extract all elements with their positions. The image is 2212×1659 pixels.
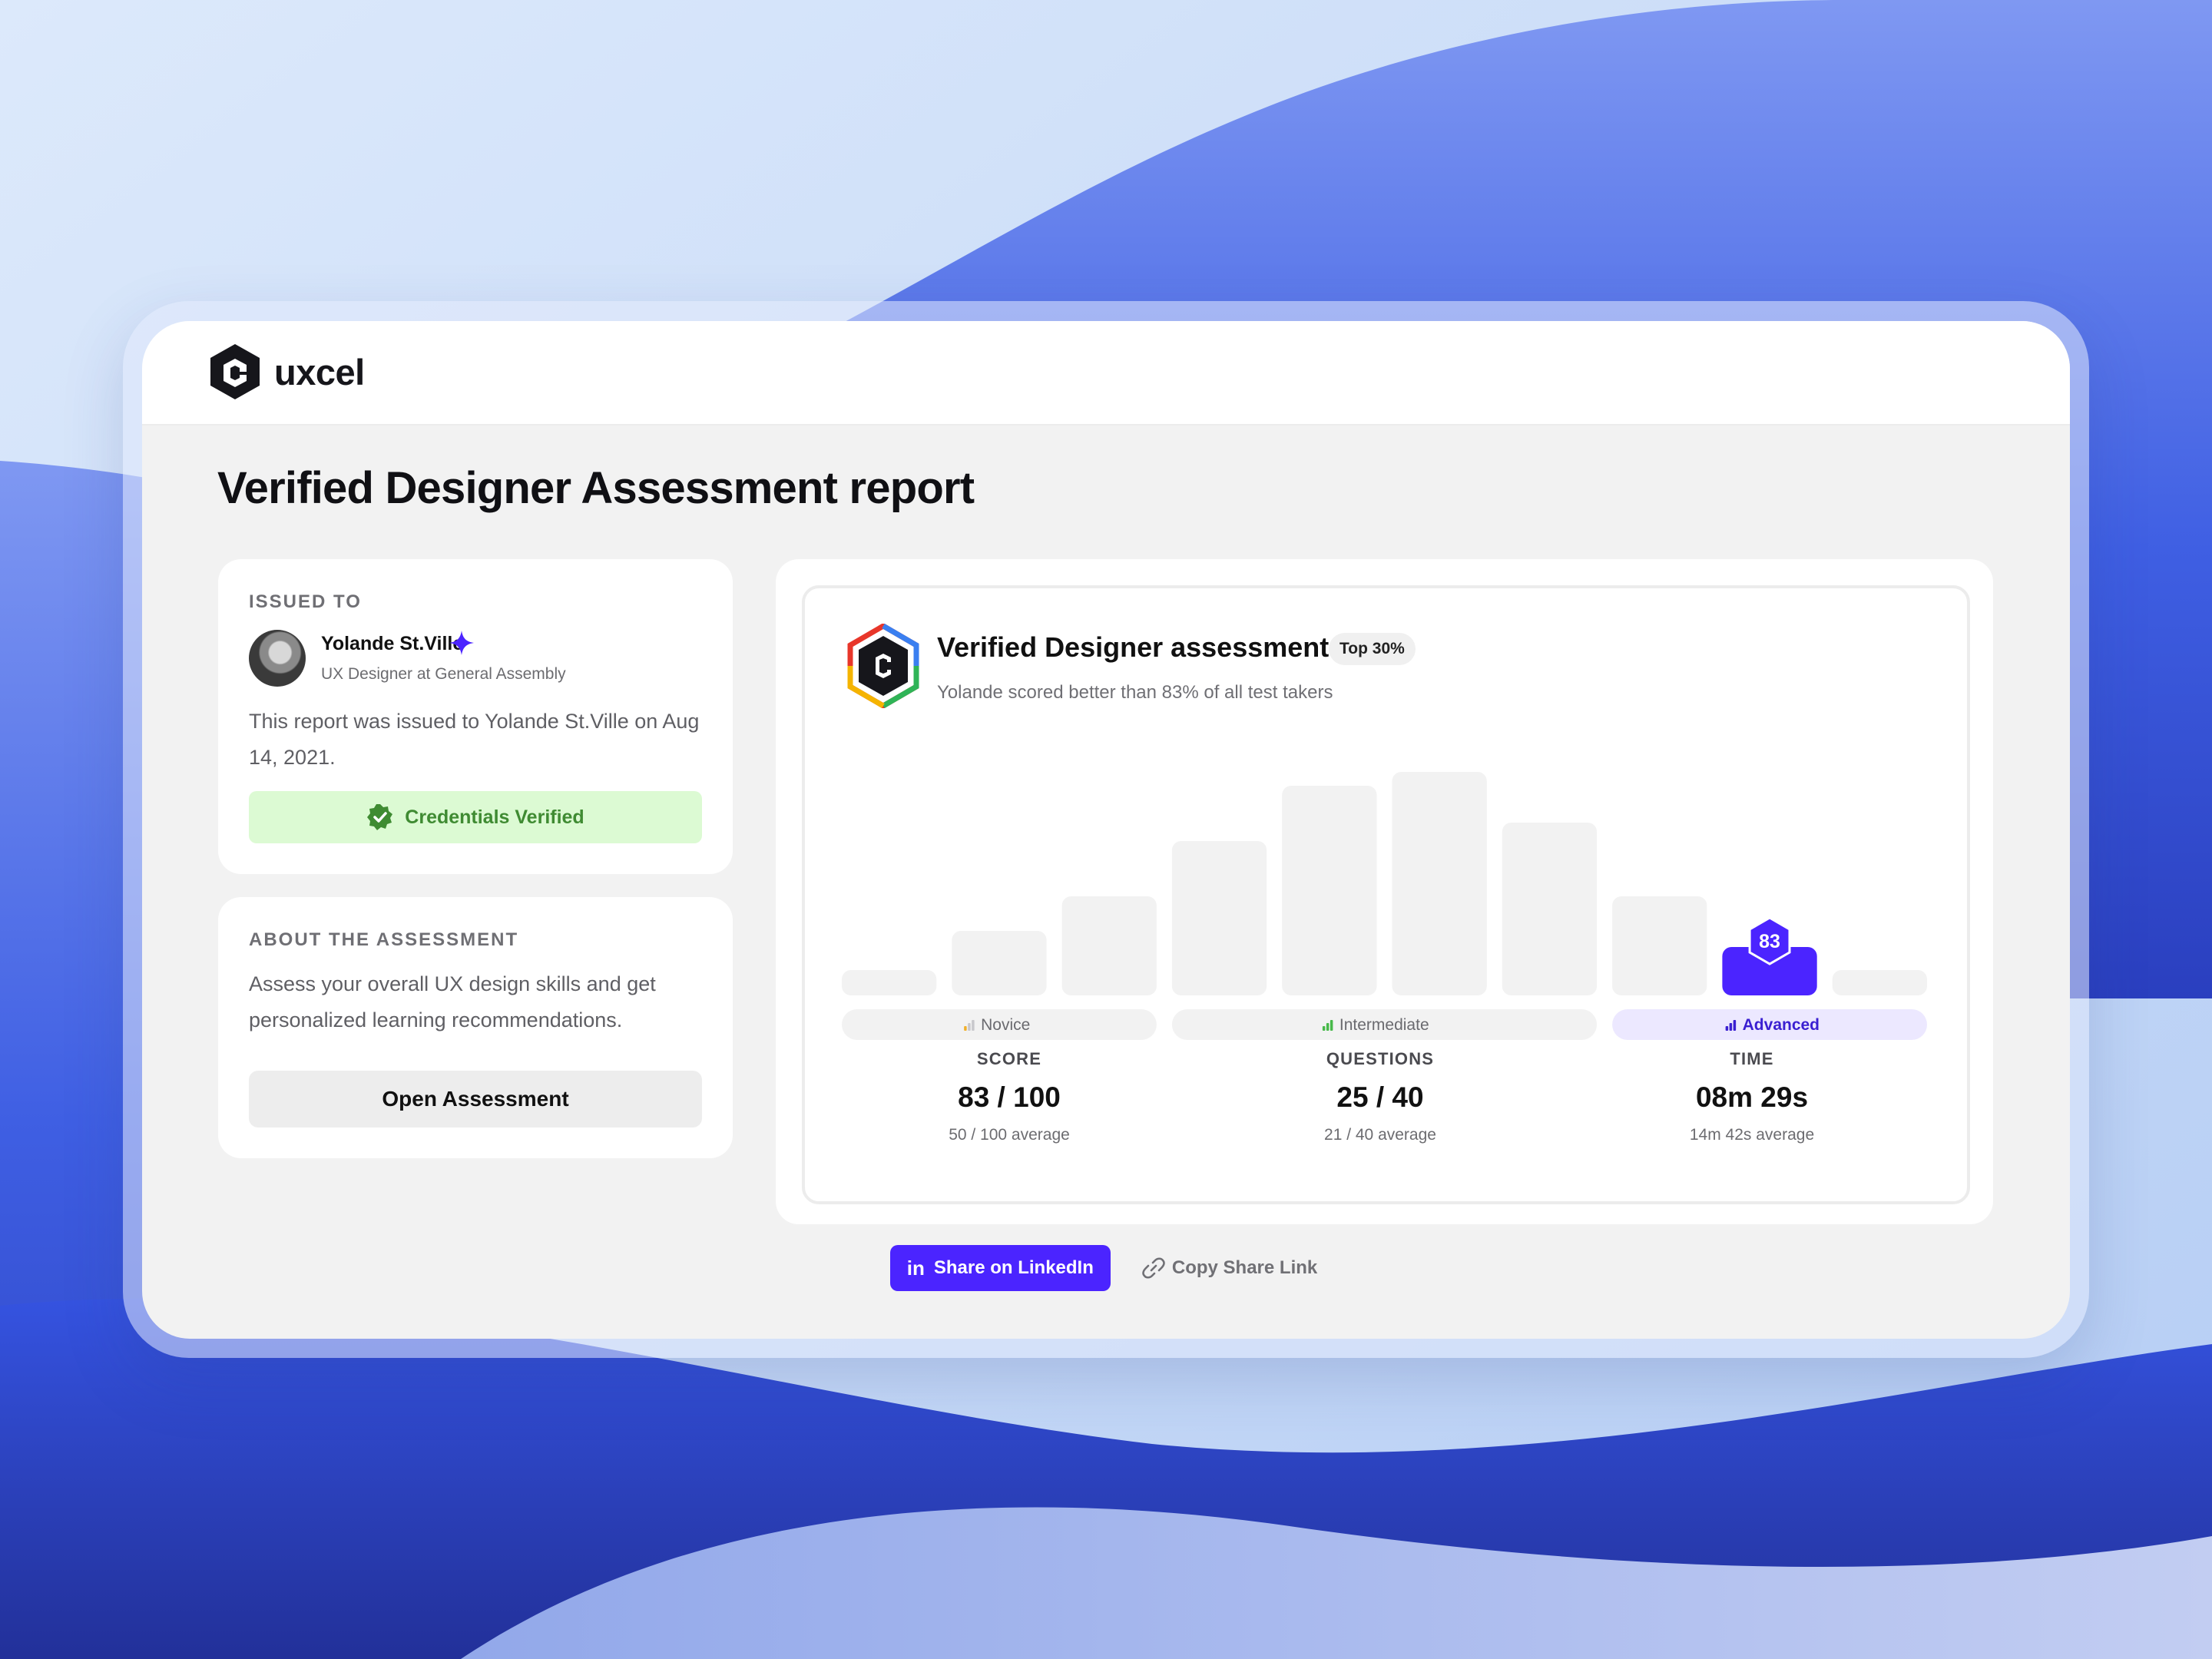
copy-share-link-button[interactable]: Copy Share Link [1137,1245,1322,1291]
share-linkedin-label: Share on LinkedIn [933,1257,1094,1278]
stat-average: 50 / 100 average [949,1126,1070,1144]
uxcel-logo-icon [210,344,260,399]
level-label: Novice [981,1016,1030,1034]
level-label: Intermediate [1339,1016,1429,1034]
stats-row: SCORE 83 / 100 50 / 100 average QUESTION… [805,1049,1967,1187]
stat-value: 83 / 100 [958,1081,1061,1113]
check-badge-icon [367,804,393,830]
issued-description: This report was issued to Yolande St.Vil… [249,710,700,769]
stat-value: 08m 29s [1695,1081,1809,1113]
copy-share-link-label: Copy Share Link [1171,1257,1318,1278]
score-marker-label: 83 [1759,931,1780,952]
credentials-verified-label: Credentials Verified [405,806,584,828]
about-eyebrow: ABOUT THE ASSESSMENT [249,929,519,950]
level-signal-icon [964,1026,967,1031]
stat-average: 14m 42s average [1689,1126,1815,1144]
level-signal-icon [968,1023,971,1031]
chart-bar [1502,823,1598,995]
open-assessment-button[interactable]: Open Assessment [249,1071,702,1128]
page-title: Verified Designer Assessment report [217,463,975,513]
top-bar: uxcel [142,321,2070,426]
chart-bar [952,931,1047,995]
chart-bar [1612,896,1707,995]
stat-value: 25 / 40 [1336,1081,1424,1113]
brand-name: uxcel [274,351,365,392]
about-description: Assess your overall UX design skills and… [249,972,656,1031]
chart-bar [1282,786,1377,995]
assessment-subtitle: Yolande scored better than 83% of all te… [937,682,1333,703]
stat-questions: QUESTIONS 25 / 40 21 / 40 average [1227,1049,1534,1144]
issued-to-card: ISSUED TO Yolande St.Ville UX Designer a… [218,559,733,874]
brand-logo[interactable]: uxcel [208,343,365,401]
level-signal-icon [1733,1020,1737,1031]
assessment-title: Verified Designer assessment [937,631,1330,663]
level-signal-icon [1326,1023,1330,1031]
link-icon [1142,1257,1165,1279]
user-role: UX Designer at General Assembly [321,665,566,683]
about-assessment-card: ABOUT THE ASSESSMENT Assess your overall… [218,897,733,1158]
report-inner-panel: Verified Designer assessment Top 30% Yol… [802,585,1970,1204]
assessment-report-card: Verified Designer assessment Top 30% Yol… [776,559,1993,1224]
stat-label: TIME [1730,1049,1774,1068]
level-signal-icon [1725,1026,1729,1031]
share-actions: in Share on LinkedIn Copy Share Link [142,1245,2070,1291]
issued-to-eyebrow: ISSUED TO [249,591,362,612]
chart-bar [842,970,937,995]
stat-time: TIME 08m 29s 14m 42s average [1598,1049,1906,1144]
chart-bar [1392,772,1487,995]
sparkle-icon [449,631,474,655]
rank-badge: Top 30% [1329,633,1416,665]
assessment-badge-icon [847,624,919,708]
level-signal-icon [1322,1026,1326,1031]
score-distribution-chart: 83 Novice Intermediate Advanced [842,772,1927,1040]
user-name[interactable]: Yolande St.Ville [321,633,463,655]
stat-label: QUESTIONS [1326,1049,1435,1068]
credentials-verified-badge[interactable]: Credentials Verified [249,791,702,843]
stat-average: 21 / 40 average [1324,1126,1436,1144]
chart-bar [1171,841,1267,995]
level-label: Advanced [1743,1016,1820,1034]
level-signal-icon [1330,1020,1333,1031]
stat-label: SCORE [976,1049,1042,1068]
stat-score: SCORE 83 / 100 50 / 100 average [856,1049,1163,1144]
avatar[interactable] [249,630,306,687]
report-window: uxcel Verified Designer Assessment repor… [142,321,2070,1339]
level-signal-icon [972,1020,975,1031]
share-linkedin-button[interactable]: in Share on LinkedIn [889,1245,1111,1291]
chart-bar [1832,970,1927,995]
level-signal-icon [1729,1023,1733,1031]
chart-bar [1061,896,1157,995]
linkedin-icon: in [906,1256,925,1280]
